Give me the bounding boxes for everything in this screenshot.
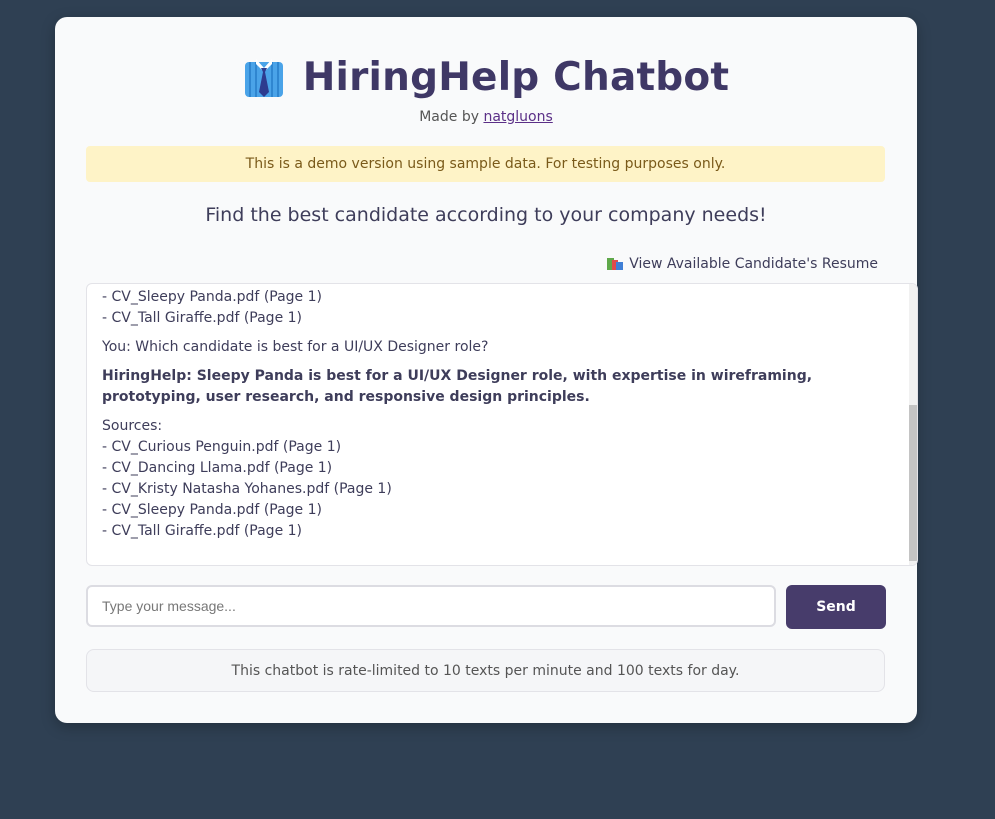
send-button[interactable]: Send xyxy=(786,585,886,629)
made-by-line: Made by natgluons xyxy=(55,109,917,125)
made-by-prefix: Made by xyxy=(419,109,479,125)
rate-limit-note: This chatbot is rate-limited to 10 texts… xyxy=(86,649,885,692)
chat-history[interactable]: - CV_Sleepy Panda.pdf (Page 1) - CV_Tall… xyxy=(86,283,918,566)
source-item: - CV_Curious Penguin.pdf (Page 1) xyxy=(102,439,342,455)
source-item: - CV_Kristy Natasha Yohanes.pdf (Page 1) xyxy=(102,481,392,497)
chat-card: HiringHelp Chatbot Made by natgluons Thi… xyxy=(55,17,918,723)
books-icon xyxy=(607,257,624,271)
source-item: - CV_Tall Giraffe.pdf (Page 1) xyxy=(102,523,303,539)
user-message: You: Which candidate is best for a UI/UX… xyxy=(102,339,489,355)
chat-scrollbar[interactable] xyxy=(909,284,917,565)
tagline: Find the best candidate according to you… xyxy=(205,204,767,226)
chat-scrollbar-thumb[interactable] xyxy=(909,405,917,561)
author-link[interactable]: natgluons xyxy=(483,109,552,125)
header: HiringHelp Chatbot xyxy=(55,55,917,100)
sources-label: Sources: xyxy=(102,418,163,434)
demo-banner: This is a demo version using sample data… xyxy=(86,146,885,182)
sources-list: Sources: - CV_Curious Penguin.pdf (Page … xyxy=(102,416,887,542)
page-title: HiringHelp Chatbot xyxy=(302,55,730,100)
earlier-sources-tail: - CV_Sleepy Panda.pdf (Page 1) - CV_Tall… xyxy=(102,287,887,329)
source-item: - CV_Sleepy Panda.pdf (Page 1) xyxy=(102,289,322,305)
view-resume-link[interactable]: View Available Candidate's Resume xyxy=(607,256,878,272)
source-item: - CV_Dancing Llama.pdf (Page 1) xyxy=(102,460,333,476)
source-item: - CV_Sleepy Panda.pdf (Page 1) xyxy=(102,502,322,518)
message-input[interactable] xyxy=(86,585,776,627)
view-resume-label: View Available Candidate's Resume xyxy=(629,256,878,272)
source-item: - CV_Tall Giraffe.pdf (Page 1) xyxy=(102,310,303,326)
bot-message: HiringHelp: Sleepy Panda is best for a U… xyxy=(102,368,813,405)
necktie-shirt-icon xyxy=(243,58,285,98)
chat-content: - CV_Sleepy Panda.pdf (Page 1) - CV_Tall… xyxy=(102,287,887,550)
